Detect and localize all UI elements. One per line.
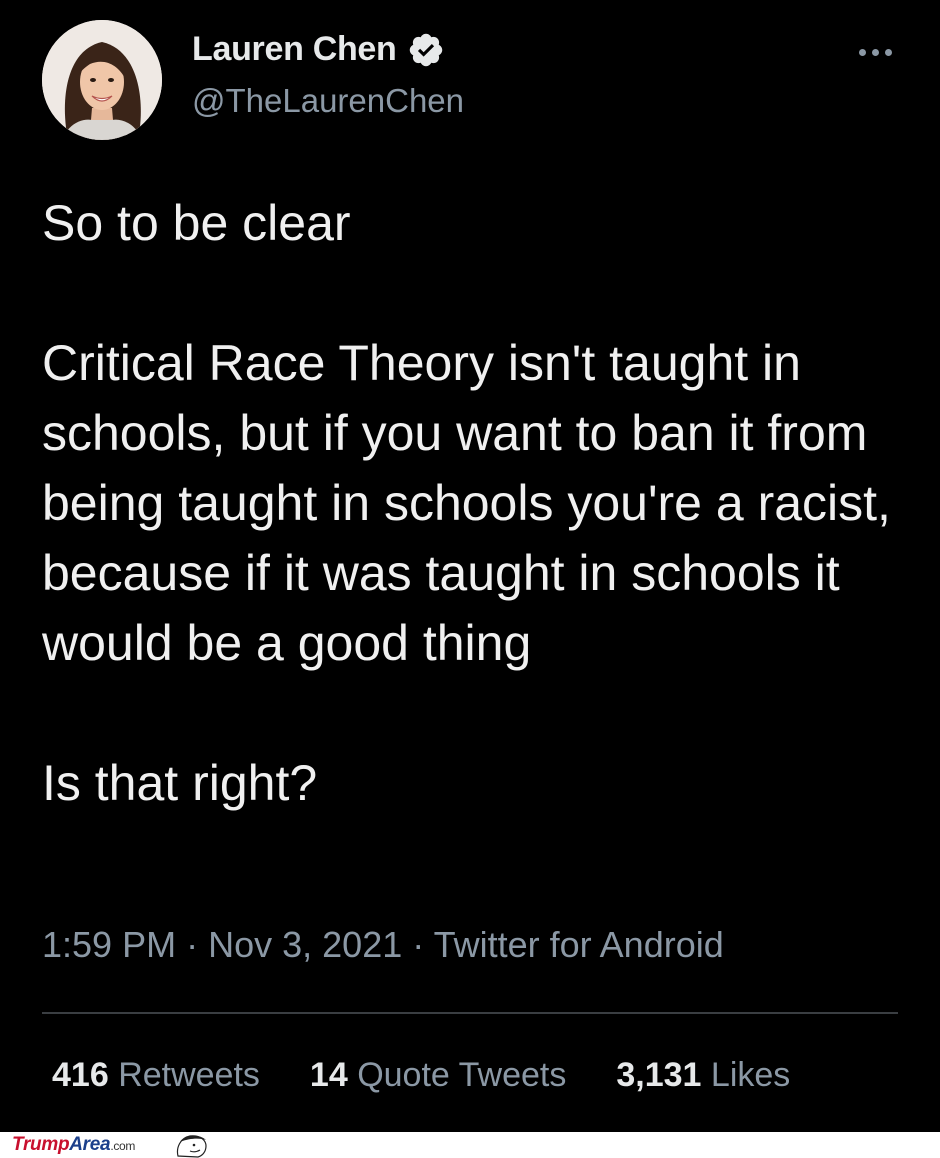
retweets-stat[interactable]: 416 Retweets [52,1056,260,1095]
quote-tweets-count: 14 [309,1056,348,1094]
watermark-part2: Area [69,1134,111,1155]
retweets-label: Retweets [118,1056,260,1094]
engagement-stats: 416 Retweets 14 Quote Tweets 3,131 Likes [52,1056,790,1095]
profile-photo-icon [42,20,162,140]
tweet-source[interactable]: Twitter for Android [434,924,724,965]
meta-separator: · [412,924,425,965]
more-dot [858,48,866,56]
retweets-count: 416 [52,1056,109,1094]
verified-badge-icon [409,33,442,66]
watermark-bar: TrumpArea.com [0,1132,940,1158]
tweet-paragraph: So to be clear [42,195,351,251]
more-dot [871,48,879,56]
watermark-caricature-icon [176,1135,207,1158]
author-name-row: Lauren Chen [192,30,445,69]
tweet-card: Lauren Chen @TheLaurenChen So to be clea… [0,0,940,1132]
meta-separator: · [186,924,199,965]
watermark-part1: Trump [12,1134,70,1155]
watermark-part3: .com [110,1139,136,1153]
author-handle[interactable]: @TheLaurenChen [192,82,464,120]
display-name[interactable]: Lauren Chen [192,30,397,69]
tweet-text: So to be clear Critical Race Theory isn'… [42,188,912,818]
likes-count: 3,131 [616,1056,702,1094]
tweet-date[interactable]: Nov 3, 2021 [208,924,402,965]
tweet-paragraph: Critical Race Theory isn't taught in sch… [42,335,891,671]
avatar[interactable] [42,20,162,140]
likes-stat[interactable]: 3,131 Likes [616,1056,790,1095]
tweet-metadata: 1:59 PM · Nov 3, 2021 · Twitter for Andr… [42,924,724,966]
watermark-logo: TrumpArea.com [12,1134,135,1156]
more-dot [884,48,892,56]
more-options-icon[interactable] [854,40,896,64]
quote-tweets-stat[interactable]: 14 Quote Tweets [310,1056,566,1095]
divider [42,1012,898,1014]
tweet-time[interactable]: 1:59 PM [42,924,176,965]
tweet-paragraph: Is that right? [42,755,318,811]
likes-label: Likes [710,1056,791,1094]
quote-tweets-label: Quote Tweets [357,1056,567,1094]
